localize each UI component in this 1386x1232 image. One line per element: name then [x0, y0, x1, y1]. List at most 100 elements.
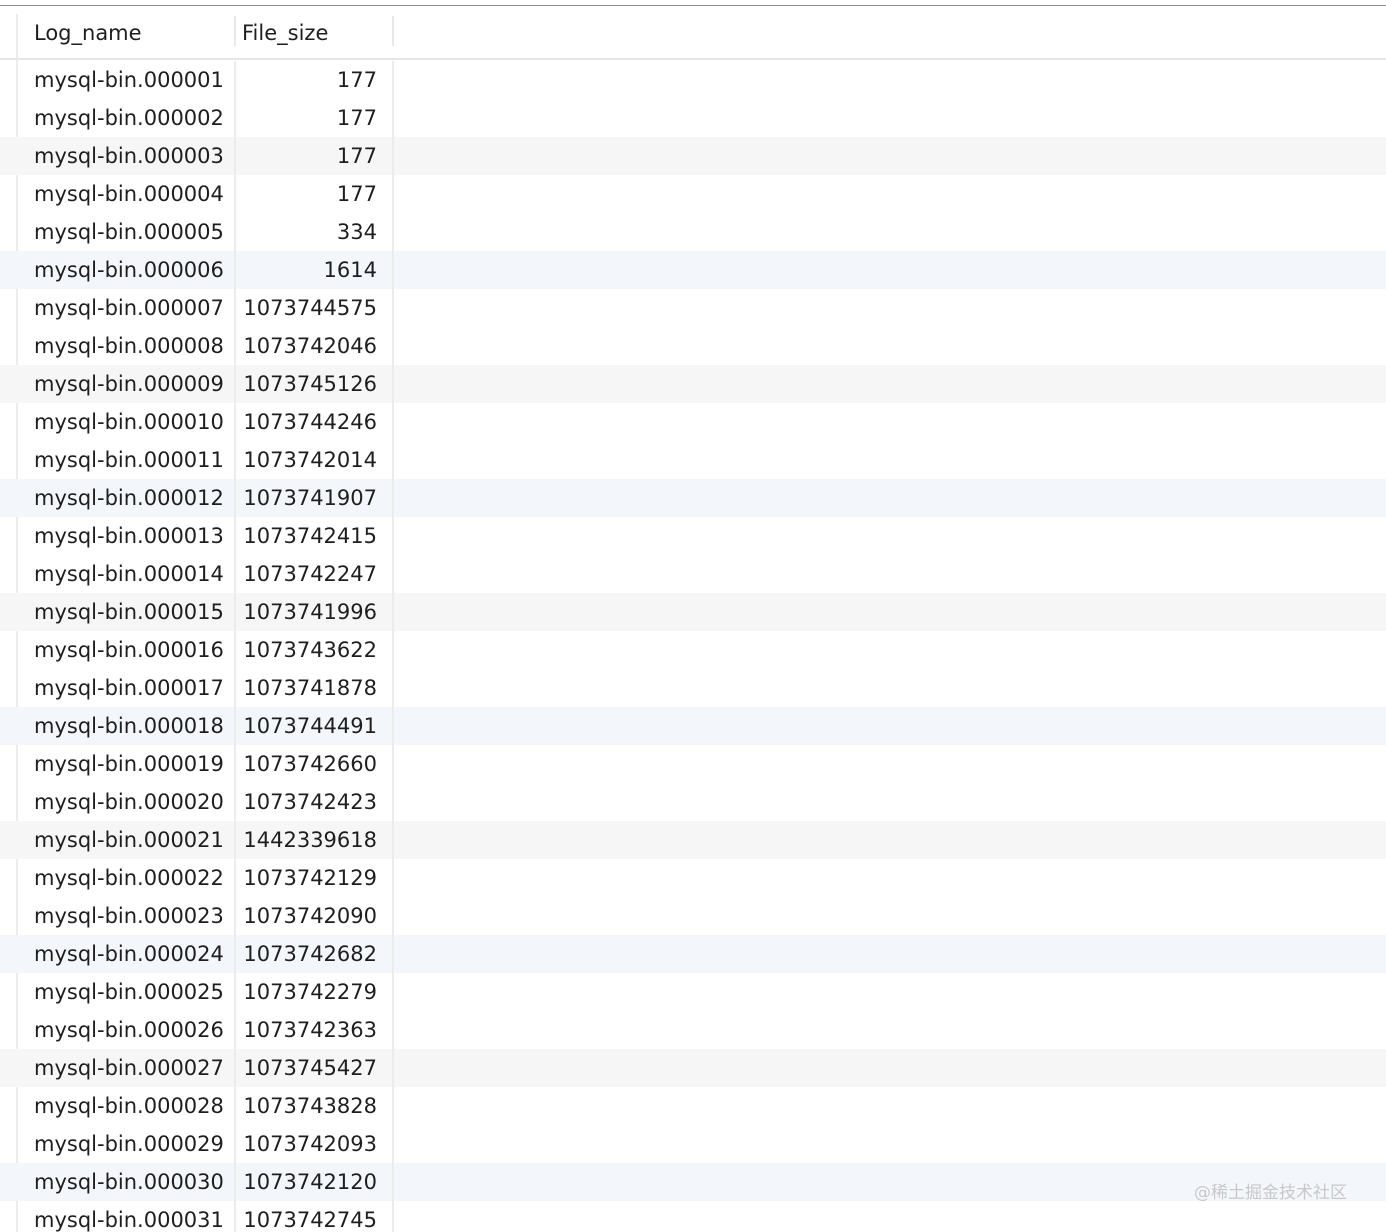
cell-log-name[interactable]: mysql-bin.000016 [34, 631, 224, 669]
table-row[interactable]: mysql-bin.000031 1073742745 [0, 1201, 1386, 1232]
cell-log-name[interactable]: mysql-bin.000031 [34, 1201, 224, 1232]
table-row[interactable]: mysql-bin.000029 1073742093 [0, 1125, 1386, 1163]
cell-log-name[interactable]: mysql-bin.000004 [34, 175, 224, 213]
table-row[interactable]: mysql-bin.000028 1073743828 [0, 1087, 1386, 1125]
cell-file-size[interactable]: 1073743828 [240, 1087, 377, 1125]
table-row[interactable]: mysql-bin.000017 1073741878 [0, 669, 1386, 707]
cell-log-name[interactable]: mysql-bin.000002 [34, 99, 224, 137]
cell-log-name[interactable]: mysql-bin.000026 [34, 1011, 224, 1049]
table-row[interactable]: mysql-bin.000027 1073745427 [0, 1049, 1386, 1087]
cell-file-size[interactable]: 177 [240, 61, 377, 99]
cell-log-name[interactable]: mysql-bin.000028 [34, 1087, 224, 1125]
table-row[interactable]: mysql-bin.000010 1073744246 [0, 403, 1386, 441]
table-row[interactable]: mysql-bin.000002 177 [0, 99, 1386, 137]
cell-log-name[interactable]: mysql-bin.000008 [34, 327, 224, 365]
cell-log-name[interactable]: mysql-bin.000030 [34, 1163, 224, 1201]
cell-log-name[interactable]: mysql-bin.000001 [34, 61, 224, 99]
table-row[interactable]: mysql-bin.000025 1073742279 [0, 973, 1386, 1011]
cell-log-name[interactable]: mysql-bin.000011 [34, 441, 224, 479]
cell-file-size[interactable]: 1073742415 [240, 517, 377, 555]
cell-log-name[interactable]: mysql-bin.000005 [34, 213, 224, 251]
column-resize-handle[interactable] [234, 16, 236, 46]
cell-file-size[interactable]: 1073745427 [240, 1049, 377, 1087]
table-row[interactable]: mysql-bin.000016 1073743622 [0, 631, 1386, 669]
cell-file-size[interactable]: 1073742014 [240, 441, 377, 479]
table-row[interactable]: mysql-bin.000001 177 [0, 61, 1386, 99]
cell-file-size[interactable]: 1073742046 [240, 327, 377, 365]
table-row[interactable]: mysql-bin.000019 1073742660 [0, 745, 1386, 783]
cell-file-size[interactable]: 1073743622 [240, 631, 377, 669]
cell-file-size[interactable]: 1073741907 [240, 479, 377, 517]
cell-file-size[interactable]: 1614 [240, 251, 377, 289]
cell-file-size[interactable]: 1073742093 [240, 1125, 377, 1163]
cell-log-name[interactable]: mysql-bin.000017 [34, 669, 224, 707]
cell-log-name[interactable]: mysql-bin.000015 [34, 593, 224, 631]
table-row[interactable]: mysql-bin.000014 1073742247 [0, 555, 1386, 593]
cell-file-size[interactable]: 1073742682 [240, 935, 377, 973]
cell-log-name[interactable]: mysql-bin.000012 [34, 479, 224, 517]
cell-file-size[interactable]: 1073745126 [240, 365, 377, 403]
cell-log-name[interactable]: mysql-bin.000022 [34, 859, 224, 897]
table-row[interactable]: mysql-bin.000006 1614 [0, 251, 1386, 289]
table-row[interactable]: mysql-bin.000011 1073742014 [0, 441, 1386, 479]
table-row[interactable]: mysql-bin.000024 1073742682 [0, 935, 1386, 973]
cell-log-name[interactable]: mysql-bin.000014 [34, 555, 224, 593]
cell-log-name[interactable]: mysql-bin.000029 [34, 1125, 224, 1163]
cell-file-size[interactable]: 177 [240, 99, 377, 137]
cell-file-size[interactable]: 1073742363 [240, 1011, 377, 1049]
cell-log-name[interactable]: mysql-bin.000007 [34, 289, 224, 327]
table-row[interactable]: mysql-bin.000015 1073741996 [0, 593, 1386, 631]
cell-file-size[interactable]: 177 [240, 175, 377, 213]
cell-file-size[interactable]: 1073742423 [240, 783, 377, 821]
table-row[interactable]: mysql-bin.000022 1073742129 [0, 859, 1386, 897]
cell-file-size[interactable]: 1442339618 [240, 821, 377, 859]
column-divider [234, 1049, 236, 1087]
column-resize-handle[interactable] [392, 16, 394, 46]
cell-log-name[interactable]: mysql-bin.000018 [34, 707, 224, 745]
cell-file-size[interactable]: 1073742279 [240, 973, 377, 1011]
cell-file-size[interactable]: 1073742660 [240, 745, 377, 783]
table-row[interactable]: mysql-bin.000020 1073742423 [0, 783, 1386, 821]
table-row[interactable]: mysql-bin.000009 1073745126 [0, 365, 1386, 403]
column-header-file-size[interactable]: File_size [242, 14, 328, 58]
cell-file-size[interactable]: 334 [240, 213, 377, 251]
cell-log-name[interactable]: mysql-bin.000013 [34, 517, 224, 555]
table-row[interactable]: mysql-bin.000003 177 [0, 137, 1386, 175]
cell-log-name[interactable]: mysql-bin.000019 [34, 745, 224, 783]
cell-log-name[interactable]: mysql-bin.000010 [34, 403, 224, 441]
cell-file-size[interactable]: 1073742129 [240, 859, 377, 897]
table-row[interactable]: mysql-bin.000030 1073742120 [0, 1163, 1386, 1201]
cell-log-name[interactable]: mysql-bin.000009 [34, 365, 224, 403]
table-row[interactable]: mysql-bin.000018 1073744491 [0, 707, 1386, 745]
cell-file-size[interactable]: 1073742090 [240, 897, 377, 935]
cell-file-size[interactable]: 1073744491 [240, 707, 377, 745]
table-row[interactable]: mysql-bin.000007 1073744575 [0, 289, 1386, 327]
cell-log-name[interactable]: mysql-bin.000006 [34, 251, 224, 289]
cell-log-name[interactable]: mysql-bin.000025 [34, 973, 224, 1011]
cell-file-size[interactable]: 1073742120 [240, 1163, 377, 1201]
column-divider [392, 213, 394, 251]
cell-log-name[interactable]: mysql-bin.000003 [34, 137, 224, 175]
table-row[interactable]: mysql-bin.000023 1073742090 [0, 897, 1386, 935]
table-row[interactable]: mysql-bin.000004 177 [0, 175, 1386, 213]
table-row[interactable]: mysql-bin.000008 1073742046 [0, 327, 1386, 365]
cell-file-size[interactable]: 177 [240, 137, 377, 175]
cell-file-size[interactable]: 1073742247 [240, 555, 377, 593]
table-row[interactable]: mysql-bin.000013 1073742415 [0, 517, 1386, 555]
table-row[interactable]: mysql-bin.000005 334 [0, 213, 1386, 251]
cell-file-size[interactable]: 1073744246 [240, 403, 377, 441]
cell-log-name[interactable]: mysql-bin.000020 [34, 783, 224, 821]
cell-file-size[interactable]: 1073742745 [240, 1201, 377, 1232]
cell-file-size[interactable]: 1073744575 [240, 289, 377, 327]
cell-log-name[interactable]: mysql-bin.000024 [34, 935, 224, 973]
cell-log-name[interactable]: mysql-bin.000021 [34, 821, 224, 859]
cell-file-size[interactable]: 1073741878 [240, 669, 377, 707]
table-row[interactable]: mysql-bin.000021 1442339618 [0, 821, 1386, 859]
cell-log-name[interactable]: mysql-bin.000023 [34, 897, 224, 935]
table-row[interactable]: mysql-bin.000012 1073741907 [0, 479, 1386, 517]
table-row[interactable]: mysql-bin.000026 1073742363 [0, 1011, 1386, 1049]
cell-log-name[interactable]: mysql-bin.000027 [34, 1049, 224, 1087]
cell-file-size[interactable]: 1073741996 [240, 593, 377, 631]
column-divider [392, 441, 394, 479]
column-header-log-name[interactable]: Log_name [34, 14, 142, 58]
